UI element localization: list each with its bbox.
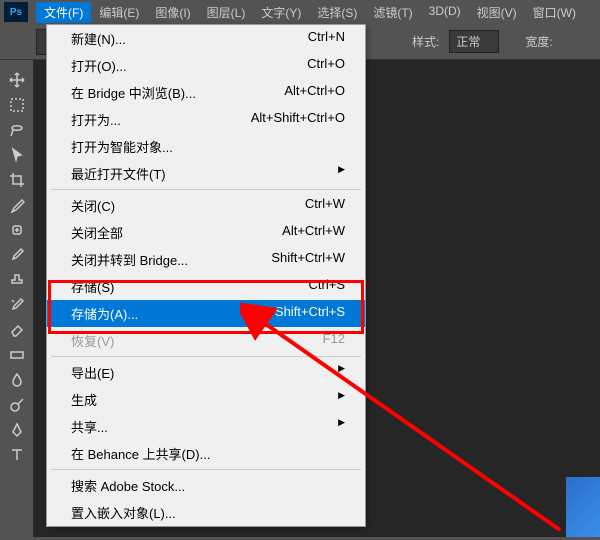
type-tool-icon[interactable]	[4, 443, 30, 467]
menubar: Ps 文件(F)编辑(E)图像(I)图层(L)文字(Y)选择(S)滤镜(T)3D…	[0, 0, 600, 24]
eraser-tool-icon[interactable]	[4, 318, 30, 342]
menu-item-label: 打开为智能对象...	[71, 137, 173, 156]
history-brush-tool-icon[interactable]	[4, 293, 30, 317]
menu-dropdown-item[interactable]: 存储为(A)... Shift+Ctrl+S	[47, 300, 365, 327]
menu-item[interactable]: 图层(L)	[199, 2, 254, 23]
toolbar	[0, 60, 34, 537]
menu-item-label: 最近打开文件(T)	[71, 164, 166, 183]
menu-dropdown-item[interactable]: 在 Bridge 中浏览(B)... Alt+Ctrl+O	[47, 79, 365, 106]
menu-item-shortcut: F12	[323, 331, 345, 350]
menu-item[interactable]: 3D(D)	[421, 2, 469, 23]
menu-dropdown-item[interactable]: 置入嵌入对象(L)...	[47, 499, 365, 526]
menu-item-shortcut: Shift+Ctrl+W	[271, 250, 345, 269]
menu-dropdown-item[interactable]: 生成 ▶	[47, 386, 365, 413]
menu-item-shortcut: Ctrl+O	[307, 56, 345, 75]
stamp-tool-icon[interactable]	[4, 268, 30, 292]
gradient-tool-icon[interactable]	[4, 343, 30, 367]
menu-item-label: 置入嵌入对象(L)...	[71, 503, 176, 522]
brush-tool-icon[interactable]	[4, 243, 30, 267]
file-menu-dropdown: 新建(N)... Ctrl+N 打开(O)... Ctrl+O 在 Bridge 中浏览…	[46, 24, 366, 527]
menu-item-label: 恢复(V)	[71, 331, 114, 350]
menu-item-label: 关闭(C)	[71, 196, 115, 215]
menu-item-label: 存储(S)	[71, 277, 114, 296]
pen-tool-icon[interactable]	[4, 418, 30, 442]
menu-item-shortcut: Shift+Ctrl+S	[275, 304, 345, 323]
menu-item[interactable]: 滤镜(T)	[365, 2, 420, 23]
crop-tool-icon[interactable]	[4, 168, 30, 192]
menu-separator	[51, 469, 361, 470]
menu-item-label: 在 Bridge 中浏览(B)...	[71, 83, 196, 102]
menu-separator	[51, 189, 361, 190]
menu-item[interactable]: 视图(V)	[469, 2, 525, 23]
menu-item-shortcut: Alt+Ctrl+O	[284, 83, 345, 102]
style-select[interactable]: 正常	[449, 30, 499, 53]
menu-item[interactable]: 选择(S)	[309, 2, 365, 23]
healing-tool-icon[interactable]	[4, 218, 30, 242]
menu-dropdown-item[interactable]: 导出(E) ▶	[47, 359, 365, 386]
width-label: 宽度:	[525, 33, 552, 50]
menu-item-label: 搜索 Adobe Stock...	[71, 476, 185, 495]
menu-dropdown-item[interactable]: 在 Behance 上共享(D)...	[47, 440, 365, 467]
menu-item[interactable]: 图像(I)	[147, 2, 198, 23]
menu-item-label: 导出(E)	[71, 363, 114, 382]
menu-dropdown-item[interactable]: 新建(N)... Ctrl+N	[47, 25, 365, 52]
menu-item-label: 存储为(A)...	[71, 304, 138, 323]
lasso-tool-icon[interactable]	[4, 118, 30, 142]
marquee-tool-icon[interactable]	[4, 93, 30, 117]
menu-item-label: 生成	[71, 390, 97, 409]
menu-dropdown-item[interactable]: 最近打开文件(T) ▶	[47, 160, 365, 187]
menu-dropdown-item[interactable]: 打开为... Alt+Shift+Ctrl+O	[47, 106, 365, 133]
menu-dropdown-item[interactable]: 存储(S) Ctrl+S	[47, 273, 365, 300]
menu-dropdown-item[interactable]: 搜索 Adobe Stock...	[47, 472, 365, 499]
menu-item-label: 共享...	[71, 417, 108, 436]
menu-item-shortcut: Ctrl+W	[305, 196, 345, 215]
style-label: 样式:	[412, 33, 439, 50]
thumbnail-preview	[566, 477, 600, 537]
menu-item[interactable]: 文字(Y)	[253, 2, 309, 23]
menu-item-label: 关闭并转到 Bridge...	[71, 250, 188, 269]
quick-select-tool-icon[interactable]	[4, 143, 30, 167]
menu-dropdown-item[interactable]: 关闭(C) Ctrl+W	[47, 192, 365, 219]
submenu-arrow-icon: ▶	[318, 417, 345, 436]
submenu-arrow-icon: ▶	[318, 363, 345, 382]
menu-item-shortcut: Ctrl+N	[308, 29, 345, 48]
blur-tool-icon[interactable]	[4, 368, 30, 392]
menu-dropdown-item[interactable]: 关闭并转到 Bridge... Shift+Ctrl+W	[47, 246, 365, 273]
menu-item-label: 新建(N)...	[71, 29, 126, 48]
eyedropper-tool-icon[interactable]	[4, 193, 30, 217]
menu-item[interactable]: 窗口(W)	[525, 2, 584, 23]
menu-item-shortcut: Ctrl+S	[309, 277, 345, 296]
menu-dropdown-item[interactable]: 共享... ▶	[47, 413, 365, 440]
menu-separator	[51, 356, 361, 357]
menu-item-shortcut: Alt+Ctrl+W	[282, 223, 345, 242]
menu-item-shortcut: Alt+Shift+Ctrl+O	[251, 110, 345, 129]
menu-dropdown-item: 恢复(V) F12	[47, 327, 365, 354]
menu-item[interactable]: 编辑(E)	[91, 2, 147, 23]
menu-dropdown-item[interactable]: 打开(O)... Ctrl+O	[47, 52, 365, 79]
app-icon: Ps	[4, 2, 28, 22]
dodge-tool-icon[interactable]	[4, 393, 30, 417]
menu-item-label: 打开(O)...	[71, 56, 127, 75]
menu-item-label: 在 Behance 上共享(D)...	[71, 444, 210, 463]
menu-item[interactable]: 文件(F)	[36, 2, 91, 23]
submenu-arrow-icon: ▶	[318, 390, 345, 409]
menu-dropdown-item[interactable]: 打开为智能对象...	[47, 133, 365, 160]
menu-item-label: 关闭全部	[71, 223, 123, 242]
move-tool-icon[interactable]	[4, 68, 30, 92]
menu-dropdown-item[interactable]: 关闭全部 Alt+Ctrl+W	[47, 219, 365, 246]
menu-item-label: 打开为...	[71, 110, 121, 129]
submenu-arrow-icon: ▶	[318, 164, 345, 183]
